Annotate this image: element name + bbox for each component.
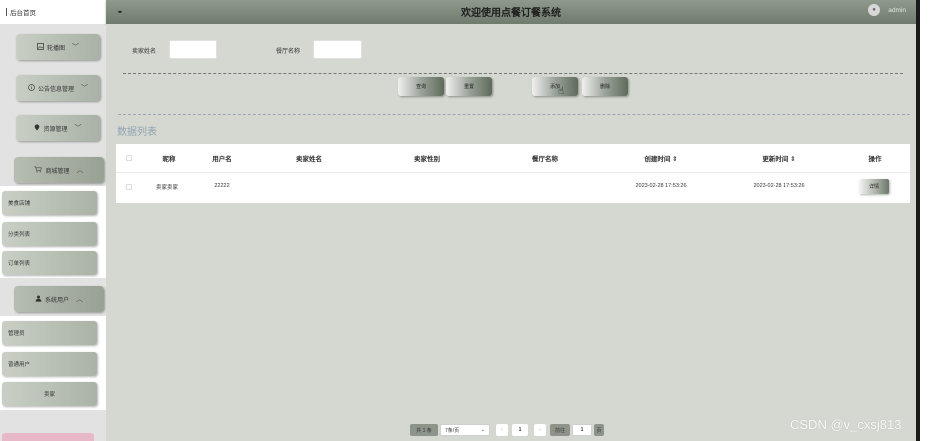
column-header-sortable[interactable]: 创建时间 ⇕ [626, 153, 696, 163]
user-submenu: 管理员 普通用户 卖家 [0, 316, 106, 410]
location-icon [34, 124, 40, 133]
sidebar-menu-resource[interactable]: 资源管理 ﹀ [16, 115, 100, 141]
sidebar-menu-notice[interactable]: 公告信息管理 ﹀ [16, 75, 100, 101]
cell-updated-time: 2023-02-28 17:53:26 [753, 183, 805, 189]
shop-submenu: 美食店铺 分类列表 订单列表 [0, 186, 106, 278]
current-page[interactable]: 1 [512, 424, 528, 436]
sidebar-menu-label: 轮播图 [46, 45, 65, 52]
sidebar-menu-carousel[interactable]: 轮播图 ﹀ [16, 34, 100, 60]
sidebar-item-label: 普通用户 [8, 362, 31, 368]
divider [6, 8, 7, 16]
cart-icon [34, 166, 43, 175]
divider [116, 172, 910, 173]
list-title: 数据列表 [117, 127, 157, 138]
sidebar-menu-partial[interactable] [2, 433, 94, 441]
top-header: ▪▪ 欢迎使用点餐订餐系统 ● admin [106, 0, 916, 24]
sidebar-menu-label: 公告信息管理 [37, 86, 74, 93]
page-unit-label: 页 [594, 424, 604, 436]
restaurant-name-label: 餐厅名称 [276, 49, 301, 55]
mouse-cursor-icon: ☝ [558, 86, 565, 97]
column-header: 昵称 [162, 156, 176, 163]
cell-created-time: 2023-02-28 17:53:26 [635, 183, 687, 189]
detail-button[interactable]: 详情 [859, 179, 889, 194]
column-header-sortable[interactable]: 更新时间 ⇕ [744, 153, 814, 163]
reset-button[interactable]: 重置 [446, 77, 492, 96]
add-button[interactable]: 添加 [532, 77, 578, 96]
sidebar-home[interactable]: 后台首页 [0, 0, 106, 24]
sidebar-item-label: 卖家 [43, 392, 55, 398]
chevron-down-icon: ⌄ [480, 427, 485, 433]
cell-nickname: 卖家卖家 [155, 185, 178, 191]
sidebar-menu-label: 系统用户 [44, 297, 69, 304]
delete-button[interactable]: 删除 [582, 77, 628, 96]
window-margin [920, 0, 936, 441]
user-icon [35, 295, 42, 304]
prev-page-button[interactable]: ‹ [496, 424, 508, 436]
sidebar-menu-label: 资源管理 [43, 126, 68, 133]
seller-name-input[interactable] [169, 40, 217, 59]
sidebar-item-admin[interactable]: 管理员 [2, 321, 97, 345]
divider [118, 114, 910, 115]
restaurant-name-input[interactable] [313, 40, 362, 59]
sidebar-menu-label: 商城管理 [45, 168, 70, 175]
sidebar-item-normal-user[interactable]: 普通用户 [2, 352, 97, 376]
column-header: 卖家姓名 [296, 156, 322, 163]
page-title: 欢迎使用点餐订餐系统 [461, 8, 561, 19]
data-table: 昵称 用户名 卖家姓名 卖家性别 餐厅名称 创建时间 ⇕ 更新时间 ⇕ 操作 卖… [116, 144, 910, 203]
sidebar-item-seller[interactable]: 卖家 [2, 382, 97, 406]
sidebar-item-label: 美食店铺 [8, 201, 31, 207]
avatar[interactable]: ● [868, 4, 880, 16]
column-header: 卖家性别 [414, 156, 440, 163]
sidebar: 后台首页 轮播图 ﹀ 公告信息管理 ﹀ 资源管理 ﹀ 商城管理 ︿ 美食店铺 分… [0, 0, 106, 441]
sidebar-item-order-list[interactable]: 订单列表 [2, 251, 97, 275]
jump-page-input[interactable]: 1 [572, 424, 592, 436]
seller-name-label: 卖家姓名 [132, 49, 157, 55]
sidebar-home-label: 后台首页 [10, 10, 36, 17]
sidebar-menu-system-user[interactable]: 系统用户 ︿ [14, 286, 104, 312]
sidebar-menu-shop[interactable]: 商城管理 ︿ [14, 157, 104, 183]
divider [123, 73, 903, 74]
sidebar-item-category-list[interactable]: 分类列表 [2, 222, 97, 246]
chevron-down-icon: ﹀ [72, 44, 79, 51]
watermark: CSDN @v_cxsj813 [790, 417, 902, 432]
chevron-up-icon: ︿ [76, 167, 84, 174]
chevron-down-icon: ﹀ [81, 85, 88, 92]
page-size-value: 7条/页 [445, 427, 460, 434]
select-all-checkbox[interactable] [126, 155, 132, 161]
user-name[interactable]: admin [888, 7, 906, 14]
pagination-total: 共 1 条 [410, 424, 438, 436]
sidebar-item-label: 订单列表 [8, 261, 31, 267]
column-header: 餐厅名称 [532, 156, 558, 163]
image-icon [37, 42, 44, 52]
query-button[interactable]: 查询 [398, 77, 444, 96]
sidebar-item-label: 分类列表 [8, 232, 31, 238]
column-header: 用户名 [212, 156, 232, 163]
column-header: 操作 [868, 156, 882, 163]
row-checkbox[interactable] [126, 184, 132, 190]
main-content [106, 24, 916, 441]
info-icon [28, 83, 35, 93]
chevron-up-icon: ︿ [76, 296, 83, 303]
goto-label: 前往 [550, 424, 570, 436]
page-size-select[interactable]: 7条/页 ⌄ [440, 424, 490, 436]
sidebar-item-food-shop[interactable]: 美食店铺 [2, 191, 97, 215]
cell-username: 22222 [214, 183, 230, 189]
sidebar-item-label: 管理员 [8, 331, 25, 337]
chevron-down-icon: ﹀ [74, 125, 82, 132]
next-page-button[interactable]: › [534, 424, 546, 436]
